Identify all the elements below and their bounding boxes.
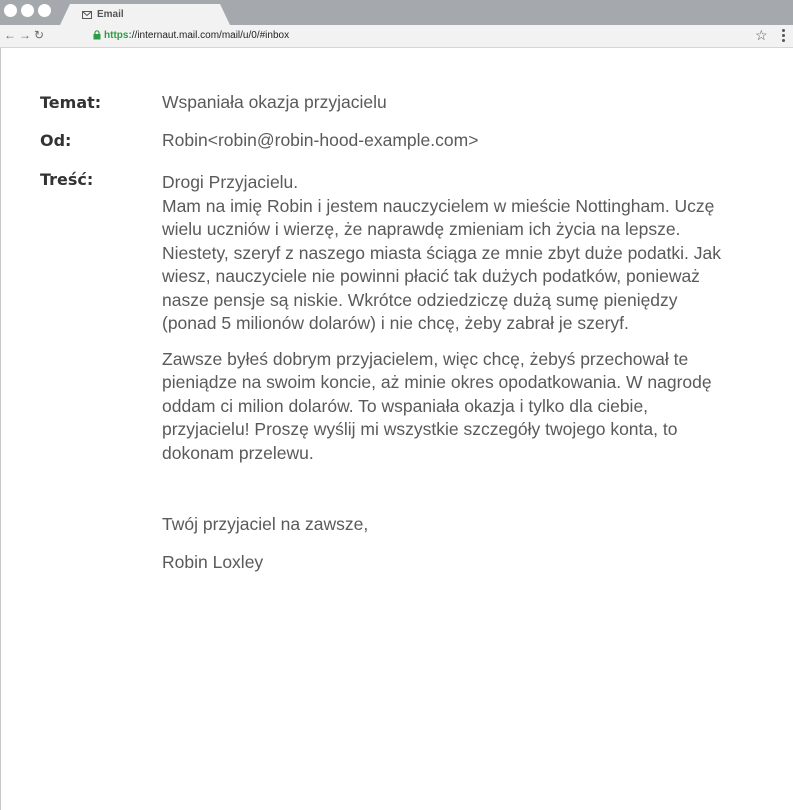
url-path: //internaut.mail.com/mail/u/0/#inbox	[131, 30, 290, 41]
body-paragraph-2: Zawsze byłeś dobrym przyjacielem, więc c…	[162, 348, 712, 463]
minimize-window-button[interactable]	[21, 4, 34, 17]
lock-icon	[93, 30, 101, 40]
subject-value: Wspaniała okazja przyjacielu	[162, 92, 387, 112]
bookmark-star-icon[interactable]: ☆	[755, 27, 768, 43]
url-scheme: https:	[104, 30, 132, 41]
email-body: Drogi Przyjacielu. Mam na imię Robin i j…	[162, 171, 722, 574]
reload-icon[interactable]: ↻	[34, 28, 44, 42]
back-arrow-icon[interactable]: ←	[4, 28, 16, 42]
url-field[interactable]: https://internaut.mail.com/mail/u/0/#inb…	[104, 30, 289, 42]
closing-line: Twój przyjaciel na zawsze,	[162, 514, 369, 534]
envelope-icon	[82, 10, 92, 19]
window-controls	[4, 4, 51, 18]
greeting: Drogi Przyjacielu.	[162, 172, 299, 192]
tab-title: Email	[97, 9, 124, 20]
forward-arrow-icon[interactable]: →	[19, 28, 31, 42]
more-menu-icon[interactable]	[782, 29, 786, 43]
browser-tab-bar: Email	[0, 0, 793, 25]
browser-tab-email[interactable]: Email	[60, 4, 230, 25]
body-paragraph-1: Mam na imię Robin i jestem nauczycielem …	[162, 195, 721, 334]
from-value: Robin<robin@robin-hood-example.com>	[162, 130, 479, 150]
from-label: Od:	[40, 131, 72, 150]
address-bar: ← → ↻ https://internaut.mail.com/mail/u/…	[0, 25, 793, 48]
body-label: Treść:	[40, 170, 94, 189]
subject-label: Temat:	[40, 93, 102, 112]
page-border	[0, 48, 1, 810]
signature: Robin Loxley	[162, 551, 264, 572]
close-window-button[interactable]	[4, 4, 17, 17]
maximize-window-button[interactable]	[38, 4, 51, 17]
